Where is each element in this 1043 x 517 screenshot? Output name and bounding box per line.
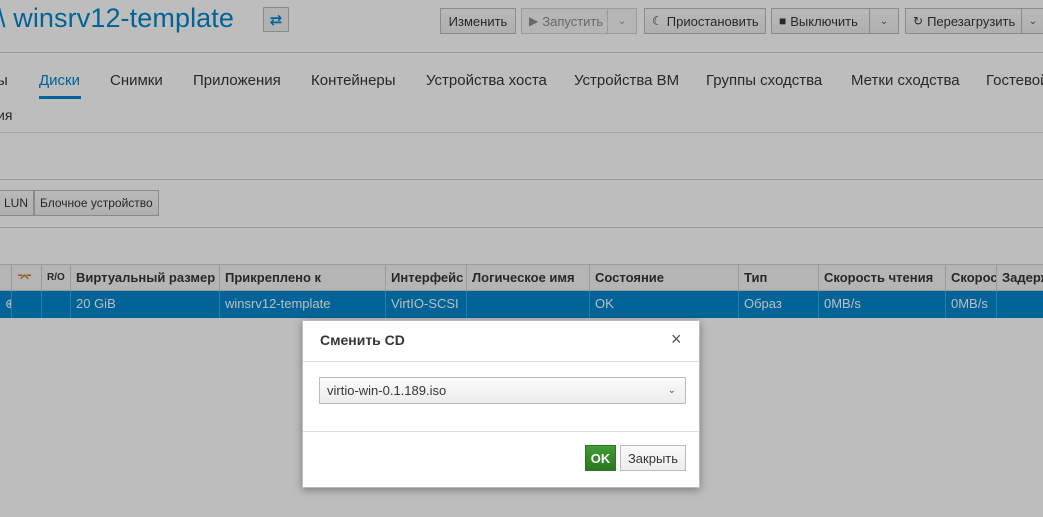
- close-button[interactable]: Закрыть: [620, 445, 686, 471]
- ok-button[interactable]: OK: [585, 445, 616, 471]
- dialog-title: Сменить CD: [320, 332, 405, 348]
- dialog-header-divider: [303, 361, 699, 362]
- change-cd-dialog: Сменить CD × virtio-win-0.1.189.iso ⌄ OK…: [302, 320, 700, 488]
- dialog-footer-divider: [303, 431, 699, 432]
- close-icon[interactable]: ×: [671, 329, 682, 350]
- chevron-down-icon: ⌄: [667, 385, 676, 396]
- iso-select-value: virtio-win-0.1.189.iso: [327, 383, 447, 398]
- iso-select[interactable]: virtio-win-0.1.189.iso ⌄: [319, 377, 686, 404]
